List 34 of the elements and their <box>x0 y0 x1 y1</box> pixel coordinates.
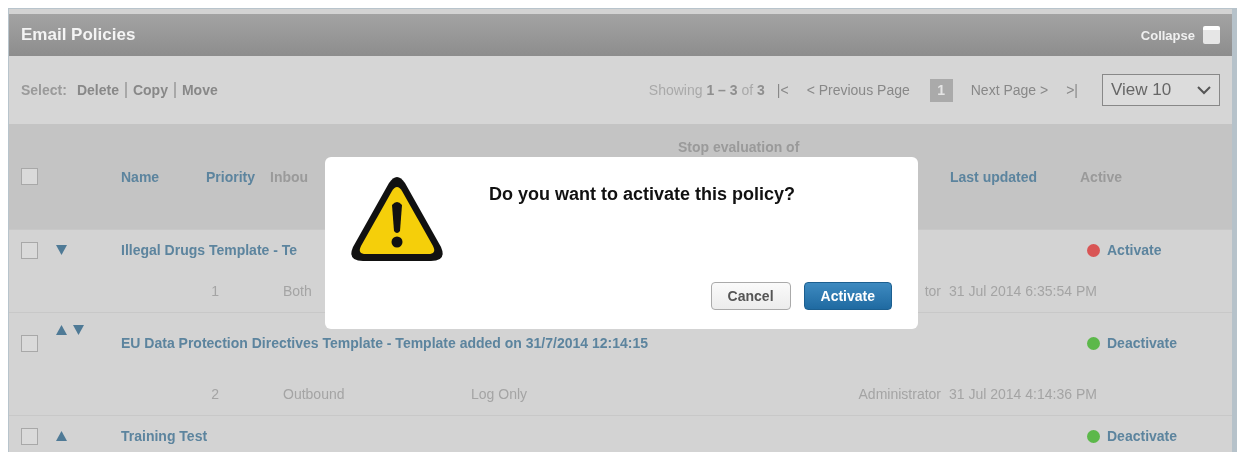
checkbox[interactable] <box>21 241 38 259</box>
move-down-icon[interactable] <box>56 245 67 255</box>
previous-page-link[interactable]: < Previous Page <box>806 82 910 98</box>
column-header[interactable]: Priority <box>206 168 270 185</box>
move-up-icon[interactable] <box>56 325 67 335</box>
last-page-link[interactable]: >| <box>1066 82 1078 98</box>
status-toggle-link[interactable]: Activate <box>1107 242 1162 258</box>
action-link[interactable]: Delete <box>76 82 127 98</box>
cancel-button[interactable]: Cancel <box>710 282 791 310</box>
column-header[interactable]: Name <box>121 168 206 185</box>
status-toggle-link[interactable]: Deactivate <box>1107 428 1178 444</box>
confirm-button[interactable]: Activate <box>803 282 892 310</box>
status-toggle-link[interactable]: Deactivate <box>1107 335 1178 351</box>
column-header[interactable]: Last updated <box>950 168 1080 185</box>
page-number[interactable]: 1 <box>929 78 953 102</box>
checkbox[interactable] <box>21 168 38 185</box>
move-up-icon[interactable] <box>56 431 67 441</box>
select-label: Select: <box>21 82 67 98</box>
checkbox[interactable] <box>21 427 38 445</box>
dialog-message: Do you want to activate this policy? <box>489 184 797 205</box>
action-link[interactable]: Move <box>181 82 224 98</box>
policy-name-link[interactable]: EU Data Protection Directives Template - Template added on 31/7/2014 12:14:15 <box>121 335 648 351</box>
chevron-down-icon <box>1197 85 1211 95</box>
first-page-link[interactable]: |< <box>776 82 789 98</box>
collapse-button[interactable]: Collapse <box>1140 26 1220 44</box>
action-link[interactable]: Copy <box>132 82 176 98</box>
policy-name-link[interactable]: Training Test <box>121 428 208 444</box>
view-dropdown[interactable]: View 10 <box>1102 74 1220 106</box>
minimize-icon <box>1203 26 1220 44</box>
checkbox[interactable] <box>21 334 38 352</box>
panel-title: Email Policies <box>21 25 136 45</box>
next-page-link[interactable]: Next Page > <box>970 82 1049 98</box>
move-down-icon[interactable] <box>73 325 84 335</box>
policy-name-link[interactable]: Illegal Drugs Template - Te <box>121 242 298 258</box>
